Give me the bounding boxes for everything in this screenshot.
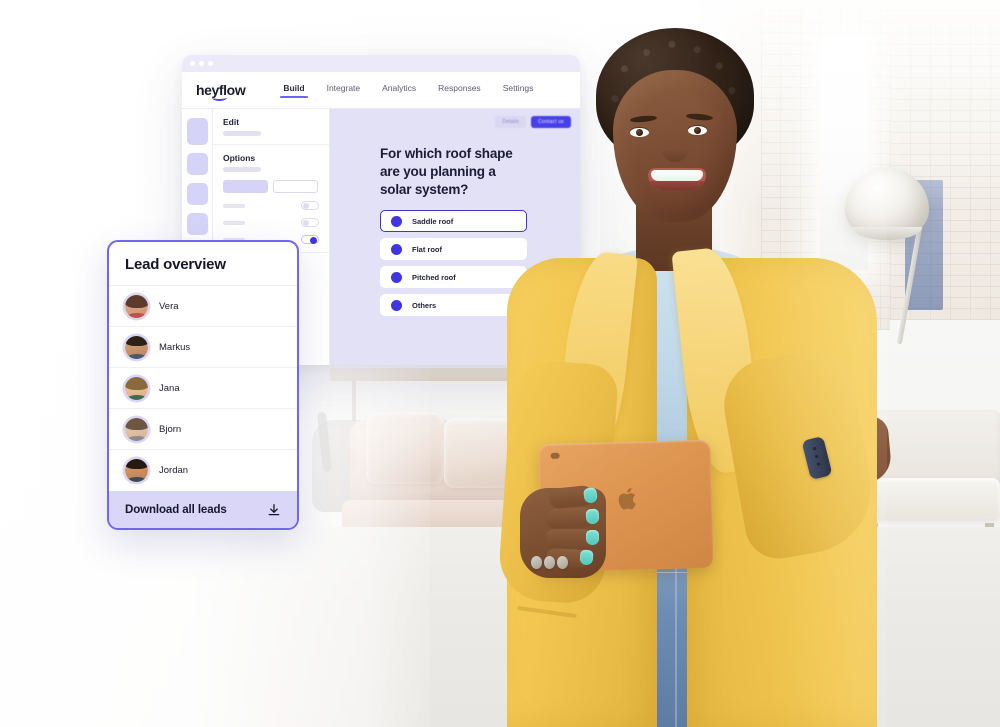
nail-middle bbox=[585, 508, 600, 525]
option-toggle-2[interactable] bbox=[301, 218, 319, 227]
lead-overview-card: Lead overview Vera Markus Jana Bjorn Jor… bbox=[107, 240, 299, 530]
tab-analytics[interactable]: Analytics bbox=[382, 83, 416, 97]
avatar-body bbox=[125, 312, 148, 318]
tablet-camera bbox=[550, 452, 560, 459]
nav-items: Build Integrate Analytics Responses Sett… bbox=[280, 83, 534, 98]
tab-build[interactable]: Build bbox=[280, 83, 308, 98]
rail-tile-1[interactable] bbox=[186, 118, 208, 145]
heyflow-logo[interactable]: heyflow bbox=[196, 82, 246, 101]
option-label: Flat roof bbox=[412, 244, 442, 254]
options-section-title: Options bbox=[223, 153, 256, 163]
avatar-hair bbox=[125, 417, 148, 430]
eye-left bbox=[630, 128, 649, 137]
avatar bbox=[125, 376, 148, 400]
radio-icon bbox=[391, 243, 402, 255]
list-item[interactable]: Bjorn bbox=[109, 409, 297, 450]
contact-us-button[interactable]: Contact us bbox=[531, 116, 571, 128]
teeth bbox=[651, 170, 703, 181]
window-titlebar bbox=[182, 55, 580, 72]
apple-logo-icon bbox=[617, 486, 640, 513]
lead-list: Vera Markus Jana Bjorn Jordan bbox=[109, 286, 297, 491]
avatar bbox=[125, 335, 148, 359]
rail-tile-3[interactable] bbox=[186, 183, 208, 205]
list-item[interactable]: Jordan bbox=[109, 450, 297, 491]
nail-ring bbox=[586, 530, 599, 545]
app-navbar: heyflow Build Integrate Analytics Respon… bbox=[182, 72, 580, 109]
details-button[interactable]: Details bbox=[495, 116, 527, 128]
segment-right[interactable] bbox=[273, 180, 318, 193]
avatar-hair bbox=[125, 376, 148, 390]
avatar-body bbox=[125, 435, 148, 441]
nose bbox=[662, 140, 688, 162]
window-dot-minimize[interactable] bbox=[199, 61, 204, 66]
avatar-body bbox=[125, 394, 148, 400]
avatar bbox=[125, 294, 148, 318]
option-toggle-1[interactable] bbox=[301, 201, 319, 210]
tab-responses[interactable]: Responses bbox=[438, 83, 481, 97]
question-title: For which roof shape are you planning a … bbox=[380, 146, 513, 197]
lead-name: Markus bbox=[159, 341, 191, 353]
radio-icon bbox=[391, 299, 402, 311]
mouth bbox=[648, 168, 706, 190]
options-section-placeholder bbox=[223, 167, 261, 172]
tab-integrate[interactable]: Integrate bbox=[327, 83, 361, 97]
option-toggle-label-2 bbox=[223, 220, 245, 225]
segment-left[interactable] bbox=[223, 180, 268, 193]
avatar-body bbox=[125, 353, 148, 359]
screenshot-root: heyflow Build Integrate Analytics Respon… bbox=[0, 0, 1000, 727]
download-all-leads-button[interactable]: Download all leads bbox=[109, 491, 297, 528]
option-label: Others bbox=[412, 300, 437, 310]
avatar-hair bbox=[125, 459, 148, 469]
download-icon bbox=[267, 503, 281, 517]
rail-tile-2[interactable] bbox=[186, 153, 208, 175]
rail-tile-4[interactable] bbox=[186, 213, 208, 235]
lower-lip bbox=[648, 181, 706, 190]
avatar bbox=[125, 417, 148, 441]
list-item[interactable]: Vera bbox=[109, 286, 297, 327]
option-toggle-row-2 bbox=[223, 218, 319, 227]
tab-settings[interactable]: Settings bbox=[503, 83, 534, 97]
lead-name: Jana bbox=[159, 382, 180, 394]
eye-right bbox=[688, 126, 707, 135]
lead-overview-title: Lead overview bbox=[109, 242, 297, 286]
edit-section-placeholder bbox=[223, 131, 261, 136]
lead-name: Bjorn bbox=[159, 423, 182, 435]
edit-section-title: Edit bbox=[223, 117, 240, 127]
bracelet bbox=[531, 556, 573, 584]
radio-icon bbox=[391, 215, 402, 227]
option-label: Saddle roof bbox=[412, 216, 454, 226]
option-toggle-row-1 bbox=[223, 201, 319, 210]
lead-name: Vera bbox=[159, 300, 179, 312]
list-item[interactable]: Markus bbox=[109, 327, 297, 368]
avatar-body bbox=[125, 477, 148, 482]
lead-name: Jordan bbox=[159, 465, 189, 476]
bracelet-bead bbox=[557, 556, 568, 569]
option-toggle-label-1 bbox=[223, 203, 245, 208]
option-label: Pitched roof bbox=[412, 272, 456, 282]
pupil-left bbox=[636, 129, 643, 136]
window-dot-maximize[interactable] bbox=[208, 61, 213, 66]
bracelet-bead bbox=[531, 556, 542, 569]
option-toggle-3[interactable] bbox=[301, 235, 319, 244]
avatar-hair bbox=[125, 335, 148, 346]
radio-icon bbox=[391, 271, 402, 283]
bracelet-bead bbox=[544, 556, 555, 569]
options-section: Options bbox=[213, 145, 329, 253]
edit-section: Edit bbox=[213, 109, 329, 145]
window-dot-close[interactable] bbox=[190, 61, 195, 66]
avatar-hair bbox=[125, 294, 148, 308]
pupil-right bbox=[694, 127, 701, 134]
list-item[interactable]: Jana bbox=[109, 368, 297, 409]
preview-action-buttons: Details Contact us bbox=[495, 116, 571, 128]
option-saddle-roof[interactable]: Saddle roof bbox=[380, 210, 527, 233]
avatar bbox=[125, 459, 148, 482]
logo-smile-icon bbox=[212, 94, 227, 101]
download-all-leads-label: Download all leads bbox=[125, 503, 227, 516]
segmented-control bbox=[223, 180, 319, 193]
